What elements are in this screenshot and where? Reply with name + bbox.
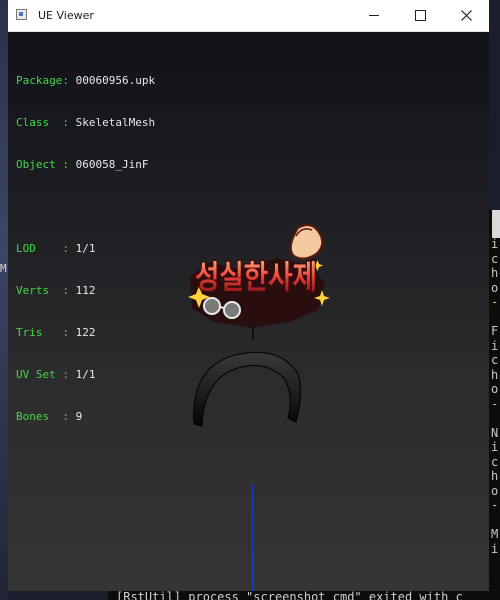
console-line: i — [491, 541, 499, 556]
lod-row: LOD : 1/1 — [16, 242, 96, 255]
console-line: - — [491, 498, 499, 512]
uvset-row: UV Set : 1/1 — [16, 368, 96, 381]
console-line: F — [491, 324, 499, 338]
background-console-status: [RstUtil] process "screenshot_cmd" exite… — [108, 590, 500, 600]
axis-line — [252, 484, 253, 591]
console-line: h — [491, 367, 499, 382]
console-scrollbar-thumb[interactable] — [492, 210, 500, 238]
console-line: M — [491, 527, 499, 541]
minimize-icon — [369, 15, 379, 16]
mesh-info-overlay: Package: 00060956.upk Class : SkeletalMe… — [16, 46, 155, 452]
desktop-edge-text: M — [0, 262, 7, 275]
ue-viewer-window[interactable]: UE Viewer Package: 00060956.upk Class : … — [8, 0, 489, 591]
console-line: - — [491, 295, 499, 309]
console-status-line: [RstUtil] process "screenshot_cmd" exite… — [116, 590, 463, 600]
app-icon — [16, 9, 27, 20]
tris-row: Tris : 122 — [16, 326, 96, 339]
maximize-icon — [414, 10, 426, 21]
close-button[interactable] — [443, 0, 489, 31]
window-title: UE Viewer — [38, 9, 94, 22]
console-line: i — [491, 440, 499, 454]
desktop-background — [0, 0, 8, 600]
console-line: o — [491, 382, 499, 396]
headband-mesh — [193, 326, 302, 427]
mesh-preview-logo: 성실한사제 — [188, 224, 330, 427]
object-row: Object : 060058_JinF — [16, 158, 149, 171]
minimize-button[interactable] — [351, 0, 397, 31]
console-line: o — [491, 280, 499, 295]
console-line: c — [491, 251, 499, 266]
console-line: h — [491, 266, 499, 280]
verts-row: Verts : 112 — [16, 284, 96, 297]
console-line: i — [491, 237, 499, 251]
maximize-button[interactable] — [397, 0, 443, 31]
console-line: i — [491, 338, 499, 353]
close-icon — [460, 10, 472, 21]
title-bar[interactable]: UE Viewer — [8, 0, 489, 32]
console-line: h — [491, 469, 499, 483]
console-line: c — [491, 353, 499, 367]
console-line: - — [491, 396, 499, 411]
package-row: Package: 00060956.upk — [16, 74, 156, 87]
class-row: Class : SkeletalMesh — [16, 116, 156, 129]
console-line: o — [491, 483, 499, 498]
bones-row: Bones : 9 — [16, 410, 83, 423]
3d-viewport[interactable]: Package: 00060956.upk Class : SkeletalMe… — [8, 32, 489, 591]
console-line: N — [491, 425, 499, 440]
background-console: icho-Ficho-Nicho-Mi — [489, 210, 500, 600]
logo-title-text: 성실한사제 — [195, 258, 317, 296]
hand-icon — [289, 224, 324, 260]
console-line: c — [491, 454, 499, 469]
